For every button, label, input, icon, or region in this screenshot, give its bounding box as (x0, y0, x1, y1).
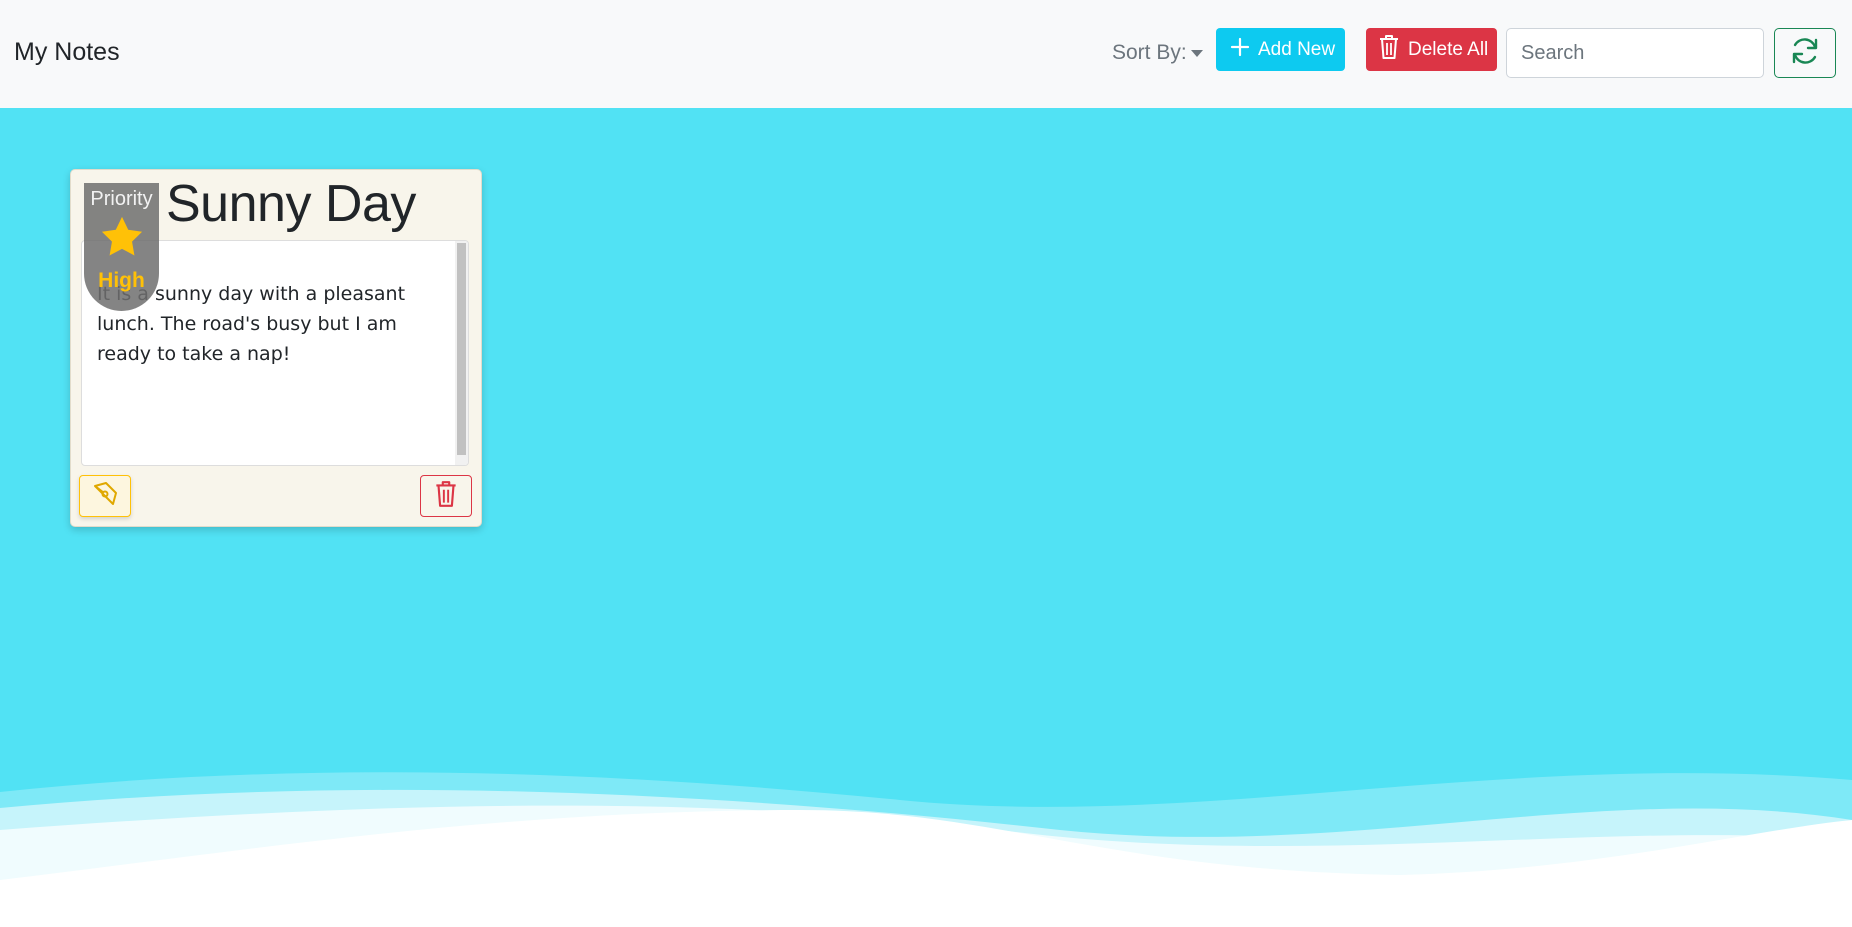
priority-level: High (98, 269, 145, 292)
delete-note-button[interactable] (420, 475, 472, 517)
refresh-button[interactable] (1774, 28, 1836, 78)
caret-down-icon (1190, 49, 1203, 57)
sort-dropdown[interactable]: Sort By: (1112, 41, 1203, 65)
trash-icon (1378, 33, 1400, 67)
priority-badge: Priority High (84, 183, 159, 311)
trash-icon (434, 479, 458, 514)
add-new-button[interactable]: Add New (1216, 28, 1345, 71)
pen-icon (91, 480, 119, 513)
scrollbar-thumb[interactable] (457, 243, 466, 455)
add-new-label: Add New (1258, 38, 1336, 60)
priority-label: Priority (90, 188, 153, 210)
note-scrollbar[interactable] (455, 241, 468, 465)
note-title[interactable]: Sunny Day (166, 174, 416, 234)
plus-icon (1230, 37, 1250, 63)
delete-all-label: Delete All (1408, 38, 1489, 60)
note-card: Sunny Day It is a sunny day with a pleas… (70, 169, 482, 527)
search-input[interactable] (1506, 28, 1764, 78)
navbar: My Notes Sort By: Add New Delete All (0, 0, 1852, 108)
refresh-icon (1789, 36, 1821, 71)
wave-decoration (0, 772, 1852, 927)
sort-label: Sort By: (1112, 41, 1187, 64)
edit-note-button[interactable] (79, 475, 131, 517)
app-title[interactable]: My Notes (14, 38, 120, 67)
star-icon (101, 216, 143, 256)
delete-all-button[interactable]: Delete All (1366, 28, 1497, 71)
